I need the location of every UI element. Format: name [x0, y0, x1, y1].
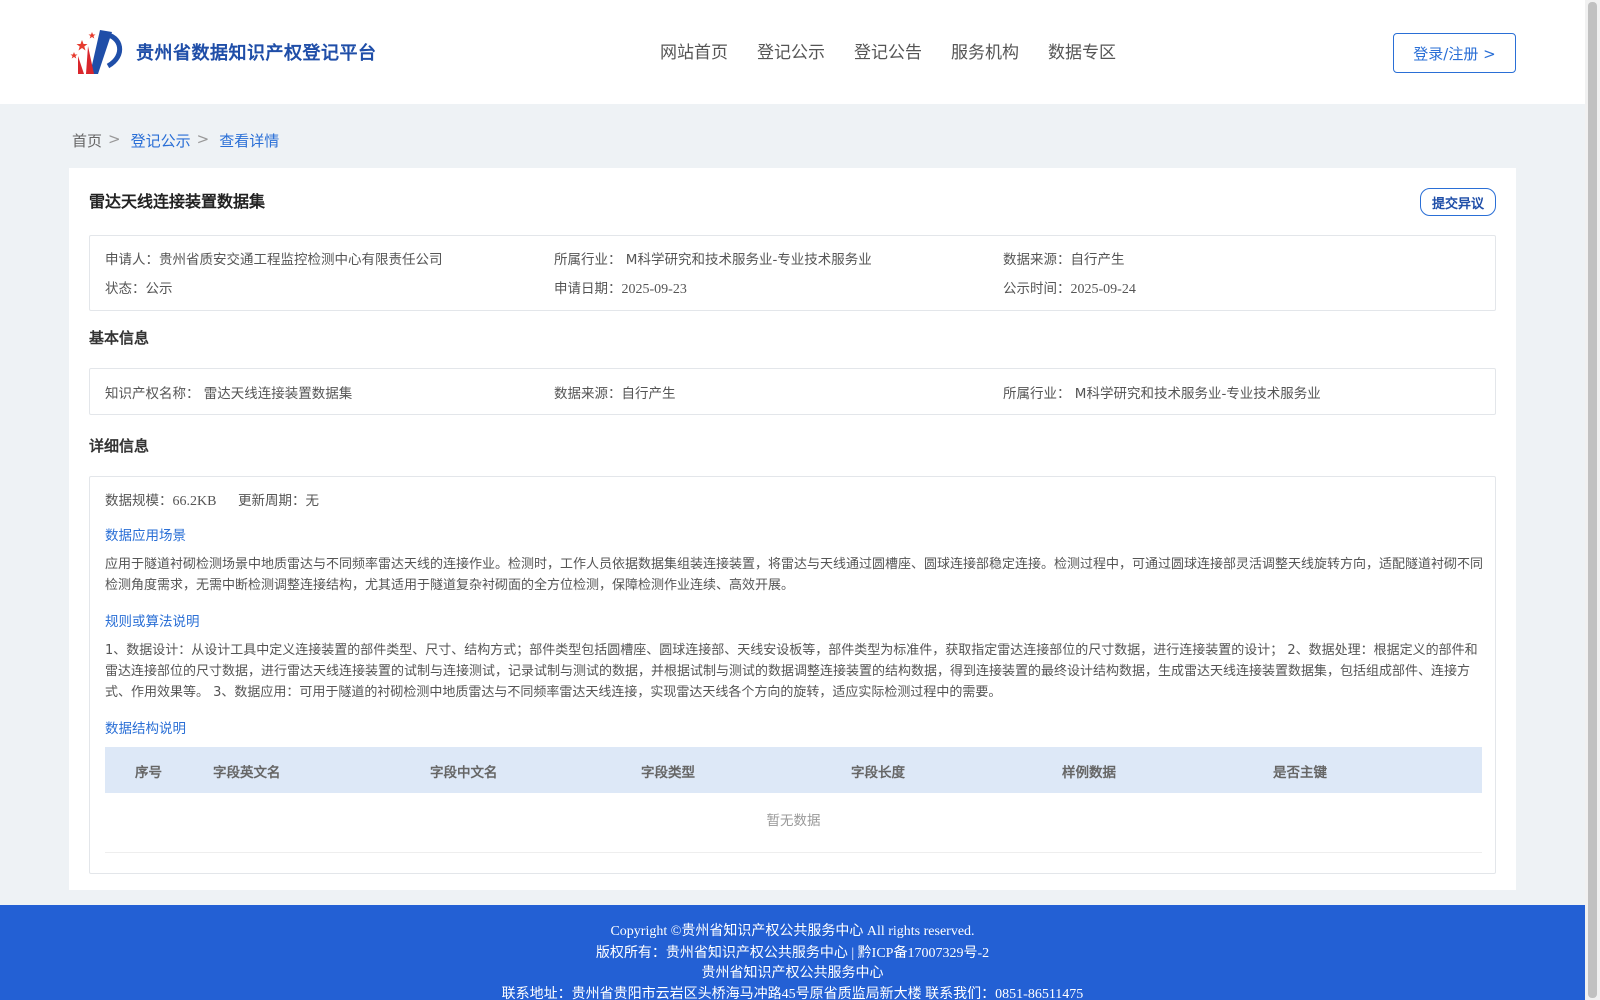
industry-field: 所属行业： M科学研究和技术服务业-专业技术服务业 [554, 252, 872, 268]
top-header: 贵州省数据知识产权登记平台 网站首页 登记公示 登记公告 服务机构 数据专区 登… [0, 0, 1585, 104]
detail-card: 雷达天线连接装置数据集 提交异议 申请人：贵州省质安交通工程监控检测中心有限责任… [69, 168, 1516, 890]
application-scene-text: 应用于隧道衬砌检测场景中地质雷达与不同频率雷达天线的连接作业。检测时，工作人员依… [105, 557, 1484, 593]
breadcrumb-separator: > [108, 130, 121, 148]
login-register-button[interactable]: 登录/注册 > [1393, 33, 1516, 73]
rule-algorithm-heading: 规则或算法说明 [105, 614, 200, 630]
rule-algorithm-text: 1、数据设计：从设计工具中定义连接装置的部件类型、尺寸、结构方式；部件类型包括圆… [105, 643, 1478, 700]
summary-box: 申请人：贵州省质安交通工程监控检测中心有限责任公司 所属行业： M科学研究和技术… [89, 235, 1496, 311]
apply-date-label: 申请日期： [554, 281, 622, 297]
column-header: 字段中文名 [430, 765, 498, 781]
footer-copyright: Copyright ©贵州省知识产权公共服务中心 All rights rese… [610, 924, 975, 939]
scale-field: 数据规模：66.2KB [105, 489, 216, 510]
column-header: 是否主键 [1273, 765, 1327, 781]
publish-date-label: 公示时间： [1003, 281, 1071, 297]
record-title: 雷达天线连接装置数据集 [89, 192, 266, 211]
apply-date-value: 2025-09-23 [621, 282, 687, 297]
breadcrumb-separator: > [196, 130, 210, 148]
footer: Copyright ©贵州省知识产权公共服务中心 All rights rese… [0, 905, 1585, 1000]
update-cycle-field: 更新周期：无 [238, 493, 319, 509]
data-structure-heading: 数据结构说明 [105, 721, 186, 737]
column-header: 样例数据 [1062, 765, 1116, 781]
scale-label: 数据规模： [105, 493, 173, 509]
structure-table-header: 序号 字段英文名 字段中文名 字段类型 字段长度 样例数据 是否主键 [105, 747, 1482, 793]
breadcrumb: 首页 > 登记公示 > 查看详情 [72, 130, 285, 151]
ip-name-field: 知识产权名称： 雷达天线连接装置数据集 [105, 386, 353, 402]
breadcrumb-registration-publicity[interactable]: 登记公示 [131, 130, 191, 151]
basic-info-heading: 基本信息 [89, 329, 150, 347]
column-header: 字段类型 [641, 765, 695, 781]
column-header: 字段英文名 [213, 765, 281, 781]
nav-service-agencies[interactable]: 服务机构 [951, 38, 1019, 63]
nav-registration-publicity[interactable]: 登记公示 [757, 38, 825, 63]
breadcrumb-view-details: 查看详情 [219, 132, 280, 150]
site-title: 贵州省数据知识产权登记平台 [136, 43, 377, 63]
detail-info-heading: 详细信息 [89, 437, 150, 455]
publish-date-value: 2025-09-24 [1070, 282, 1136, 297]
application-scene-heading: 数据应用场景 [105, 528, 186, 544]
footer-owner: 版权所有：贵州省知识产权公共服务中心 | 黔ICP备17007329号-2 [595, 946, 990, 961]
source-field: 数据来源：自行产生 [1003, 252, 1125, 268]
column-header: 序号 [135, 765, 162, 781]
empty-table-message: 暂无数据 [105, 793, 1482, 853]
status-field: 状态：公示 [105, 281, 173, 297]
site-logo[interactable]: 贵州省数据知识产权登记平台 [70, 26, 377, 78]
scrollbar-thumb[interactable] [1588, 2, 1597, 998]
submit-objection-button[interactable]: 提交异议 [1420, 188, 1496, 216]
footer-org: 贵州省知识产权公共服务中心 [701, 966, 884, 981]
main-nav: 网站首页 登记公示 登记公告 服务机构 数据专区 [660, 38, 1145, 63]
apply-date-field: 申请日期：2025-09-23 [554, 277, 687, 298]
publish-date-field: 公示时间：2025-09-24 [1003, 277, 1136, 298]
applicant-field: 申请人：贵州省质安交通工程监控检测中心有限责任公司 [105, 252, 443, 268]
page-scrollbar[interactable] [1585, 0, 1600, 1000]
detail-info-box: 数据规模：66.2KB 更新周期：无 数据应用场景 应用于隧道衬砌检测场景中地质… [89, 476, 1496, 874]
nav-data-zone[interactable]: 数据专区 [1048, 38, 1116, 63]
nav-home[interactable]: 网站首页 [660, 38, 728, 63]
basic-industry-field: 所属行业： M科学研究和技术服务业-专业技术服务业 [1003, 386, 1321, 402]
footer-contact: 联系地址：贵州省贵阳市云岩区头桥海马冲路45号原省质监局新大楼 联系我们：085… [501, 987, 1084, 1000]
basic-info-box: 知识产权名称： 雷达天线连接装置数据集 数据来源：自行产生 所属行业： M科学研… [89, 368, 1496, 415]
nav-registration-announcement[interactable]: 登记公告 [854, 38, 922, 63]
column-header: 字段长度 [851, 765, 905, 781]
logo-emblem-icon [70, 26, 130, 78]
scale-value: 66.2KB [172, 494, 217, 509]
basic-source-field: 数据来源：自行产生 [554, 386, 676, 402]
breadcrumb-home[interactable]: 首页 [72, 130, 102, 151]
